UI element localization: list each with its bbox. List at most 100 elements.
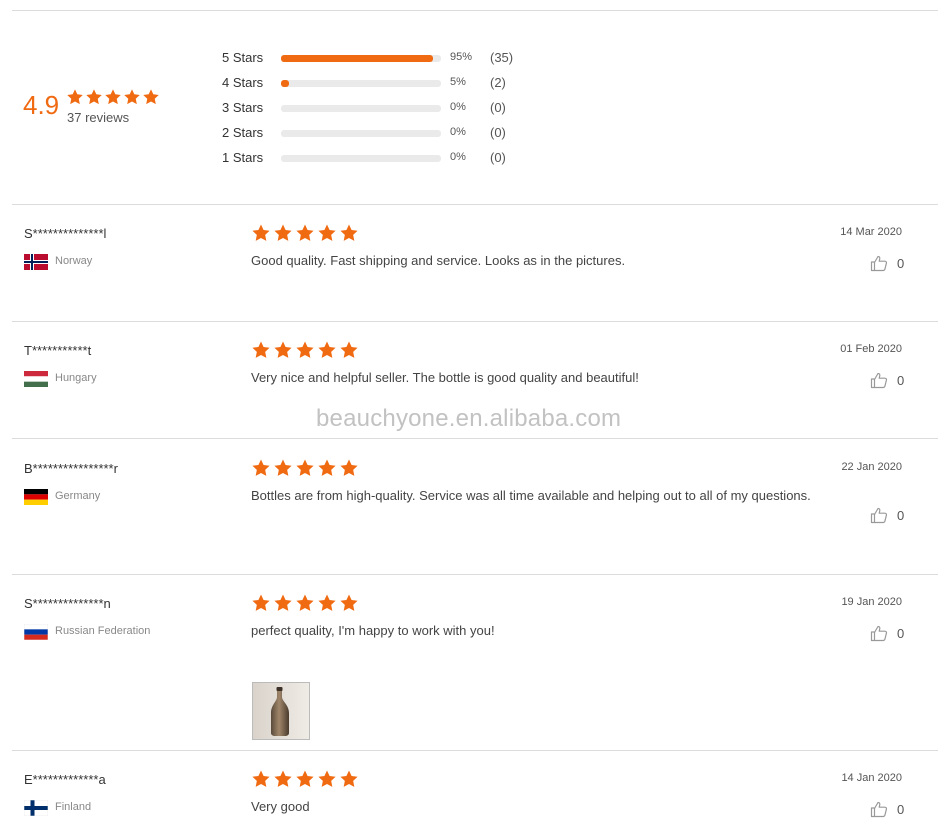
distribution-bar-fill [281, 55, 433, 62]
review-date: 14 Mar 2020 [840, 226, 902, 238]
star-icon [340, 594, 358, 611]
like-button[interactable]: 0 [870, 371, 904, 389]
review-divider [12, 438, 938, 439]
distribution-bar [281, 80, 441, 87]
star-icon [252, 770, 270, 787]
summary-stars [66, 88, 160, 110]
distribution-count: (2) [490, 75, 506, 90]
review-text: perfect quality, I'm happy to work with … [251, 623, 495, 638]
distribution-percent: 95% [450, 51, 473, 63]
star-icon [252, 459, 270, 476]
review-divider [12, 574, 938, 575]
star-icon [274, 224, 292, 241]
like-button[interactable]: 0 [870, 254, 904, 272]
star-icon [318, 594, 336, 611]
star-icon [274, 594, 292, 611]
star-icon [340, 224, 358, 241]
thumbs-up-icon [870, 372, 888, 389]
distribution-percent: 0% [450, 101, 466, 113]
thumbs-up-icon [870, 625, 888, 642]
star-icon [274, 459, 292, 476]
thumbs-up-icon [870, 507, 888, 524]
star-icon [274, 341, 292, 358]
distribution-label: 3 Stars [222, 100, 264, 115]
review-stars [251, 769, 359, 789]
star-icon [318, 341, 336, 358]
star-icon [252, 341, 270, 358]
reviewer-name: T***********t [24, 343, 92, 358]
star-icon [296, 770, 314, 787]
like-button[interactable]: 0 [870, 800, 904, 818]
review-date: 14 Jan 2020 [841, 772, 902, 784]
thumbs-up-icon [870, 255, 888, 272]
review-text: Good quality. Fast shipping and service.… [251, 253, 626, 268]
star-icon [86, 89, 102, 105]
review-divider [12, 750, 938, 751]
star-icon [318, 459, 336, 476]
review-divider [12, 204, 938, 205]
like-count: 0 [897, 801, 905, 817]
review-stars [251, 340, 359, 360]
reviewer-country: Hungary [55, 372, 97, 384]
star-icon [340, 459, 358, 476]
review-count: 37 reviews [67, 110, 130, 125]
distribution-bar-fill [281, 80, 289, 87]
star-icon [296, 459, 314, 476]
like-count: 0 [897, 255, 905, 271]
hungary-flag-icon [24, 371, 48, 387]
review-date: 01 Feb 2020 [840, 343, 902, 355]
bottle-photo-image [253, 683, 309, 739]
like-button[interactable]: 0 [870, 624, 904, 642]
reviewer-name: B****************r [24, 461, 118, 476]
star-icon [252, 594, 270, 611]
review-text: Bottles are from high-quality. Service w… [251, 488, 811, 503]
distribution-label: 4 Stars [222, 75, 264, 90]
like-button[interactable]: 0 [870, 506, 904, 524]
star-icon [143, 89, 159, 105]
reviewer-name: E*************a [24, 772, 106, 787]
russia-flag-icon [24, 624, 48, 640]
review-date: 22 Jan 2020 [841, 461, 902, 473]
distribution-bar [281, 130, 441, 137]
review-date: 19 Jan 2020 [841, 596, 902, 608]
reviewer-country: Germany [55, 490, 101, 502]
distribution-count: (0) [490, 125, 506, 140]
star-icon [296, 224, 314, 241]
distribution-percent: 0% [450, 126, 466, 138]
review-text: Very good [251, 799, 310, 814]
like-count: 0 [897, 372, 905, 388]
distribution-bar [281, 155, 441, 162]
distribution-count: (0) [490, 100, 506, 115]
distribution-percent: 5% [450, 76, 466, 88]
distribution-percent: 0% [450, 151, 466, 163]
like-count: 0 [897, 625, 905, 641]
star-icon [318, 224, 336, 241]
distribution-bar [281, 105, 441, 112]
review-stars [251, 458, 359, 478]
reviewer-country: Russian Federation [55, 625, 151, 637]
review-text: Very nice and helpful seller. The bottle… [251, 370, 639, 385]
norway-flag-icon [24, 254, 48, 270]
review-photo-thumbnail[interactable] [252, 682, 310, 740]
like-count: 0 [897, 507, 905, 523]
reviewer-name: S**************n [24, 596, 111, 611]
distribution-label: 2 Stars [222, 125, 264, 140]
reviewer-country: Finland [55, 801, 92, 813]
star-icon [274, 770, 292, 787]
review-stars [251, 223, 359, 243]
thumbs-up-icon [870, 801, 888, 818]
star-icon [105, 89, 121, 105]
review-divider [12, 321, 938, 322]
star-icon [252, 224, 270, 241]
star-icon [340, 341, 358, 358]
star-icon [318, 770, 336, 787]
star-icon [340, 770, 358, 787]
star-icon [296, 341, 314, 358]
average-score: 4.9 [23, 90, 60, 120]
top-divider [12, 10, 938, 11]
distribution-label: 1 Stars [222, 150, 264, 165]
distribution-count: (35) [490, 50, 514, 65]
germany-flag-icon [24, 489, 48, 505]
reviewer-country: Norway [55, 255, 93, 267]
star-icon [124, 89, 140, 105]
